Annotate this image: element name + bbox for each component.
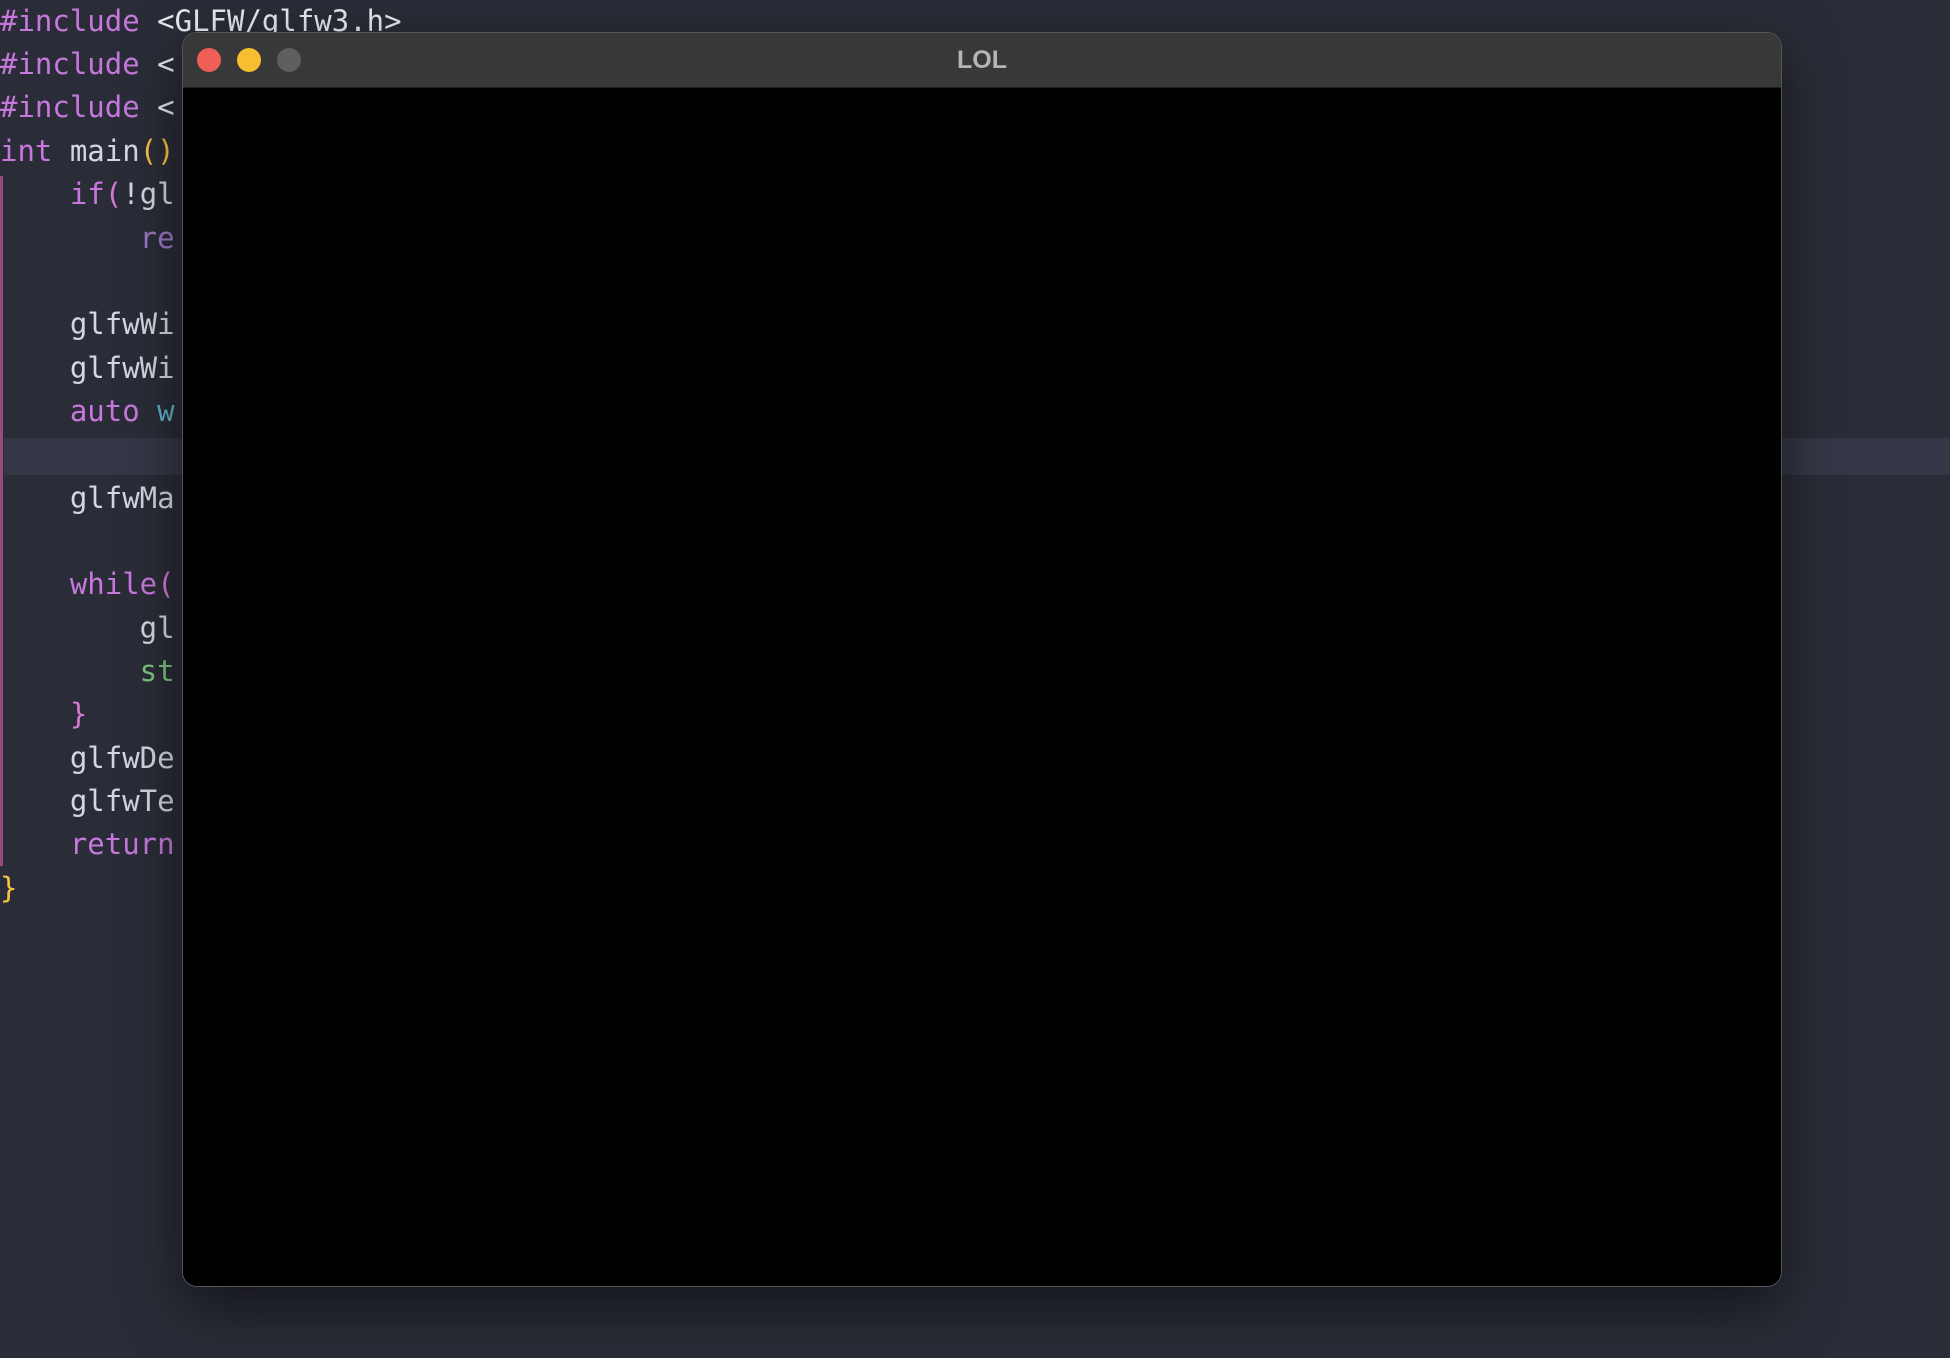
code-line-4: int main() (0, 130, 175, 173)
keyword: re (0, 221, 175, 255)
variable: w (139, 394, 175, 428)
function-call: glfwMa (0, 481, 175, 515)
include-path: < (139, 47, 175, 81)
preprocessor-directive: #include (0, 90, 140, 124)
function-call: glfwWi (0, 351, 175, 385)
code-line-12: glfwMa (0, 477, 175, 520)
bracket: } (0, 871, 18, 905)
window-title: LOL (957, 46, 1007, 74)
code-line-8: glfwWi (0, 303, 175, 346)
glfw-window[interactable]: LOL (183, 33, 1781, 1286)
code-line-18: glfwDe (0, 737, 175, 780)
code-line-19: glfwTe (0, 780, 175, 823)
bracket: } (0, 697, 88, 731)
function-call: glfwWi (0, 307, 175, 341)
keyword: return (0, 827, 175, 861)
code-line-6: re (0, 217, 175, 260)
code-line-16: st (0, 650, 175, 693)
minimize-icon[interactable] (237, 48, 261, 72)
code-line-9: glfwWi (0, 347, 175, 390)
window-titlebar[interactable]: LOL (183, 33, 1781, 88)
code-line-21: } (0, 867, 17, 910)
close-icon[interactable] (197, 48, 221, 72)
preprocessor-directive: #include (0, 47, 140, 81)
function-call: glfwDe (0, 741, 175, 775)
bracket: () (139, 134, 175, 168)
function-name: main (52, 134, 140, 168)
function-call: gl (0, 611, 175, 645)
keyword: while (0, 567, 158, 601)
bracket: ( (104, 177, 123, 211)
code-text: !gl (122, 177, 175, 211)
code-text: st (0, 654, 175, 688)
code-line-15: gl (0, 607, 175, 650)
code-line-14: while( (0, 563, 175, 606)
code-line-5: if(!gl (0, 173, 175, 216)
code-line-17: } (0, 693, 87, 736)
code-line-3: #include < (0, 86, 175, 129)
code-line-10: auto w (0, 390, 175, 433)
keyword: auto (0, 394, 140, 428)
keyword: if (0, 177, 105, 211)
include-path: < (139, 90, 175, 124)
bracket: ( (157, 567, 175, 601)
function-call: glfwTe (0, 784, 175, 818)
keyword: int (0, 134, 53, 168)
code-line-2: #include < (0, 43, 175, 86)
code-line-20: return (0, 823, 175, 866)
zoom-icon[interactable] (277, 48, 301, 72)
render-canvas[interactable] (183, 88, 1781, 1286)
preprocessor-directive: #include (0, 4, 140, 38)
